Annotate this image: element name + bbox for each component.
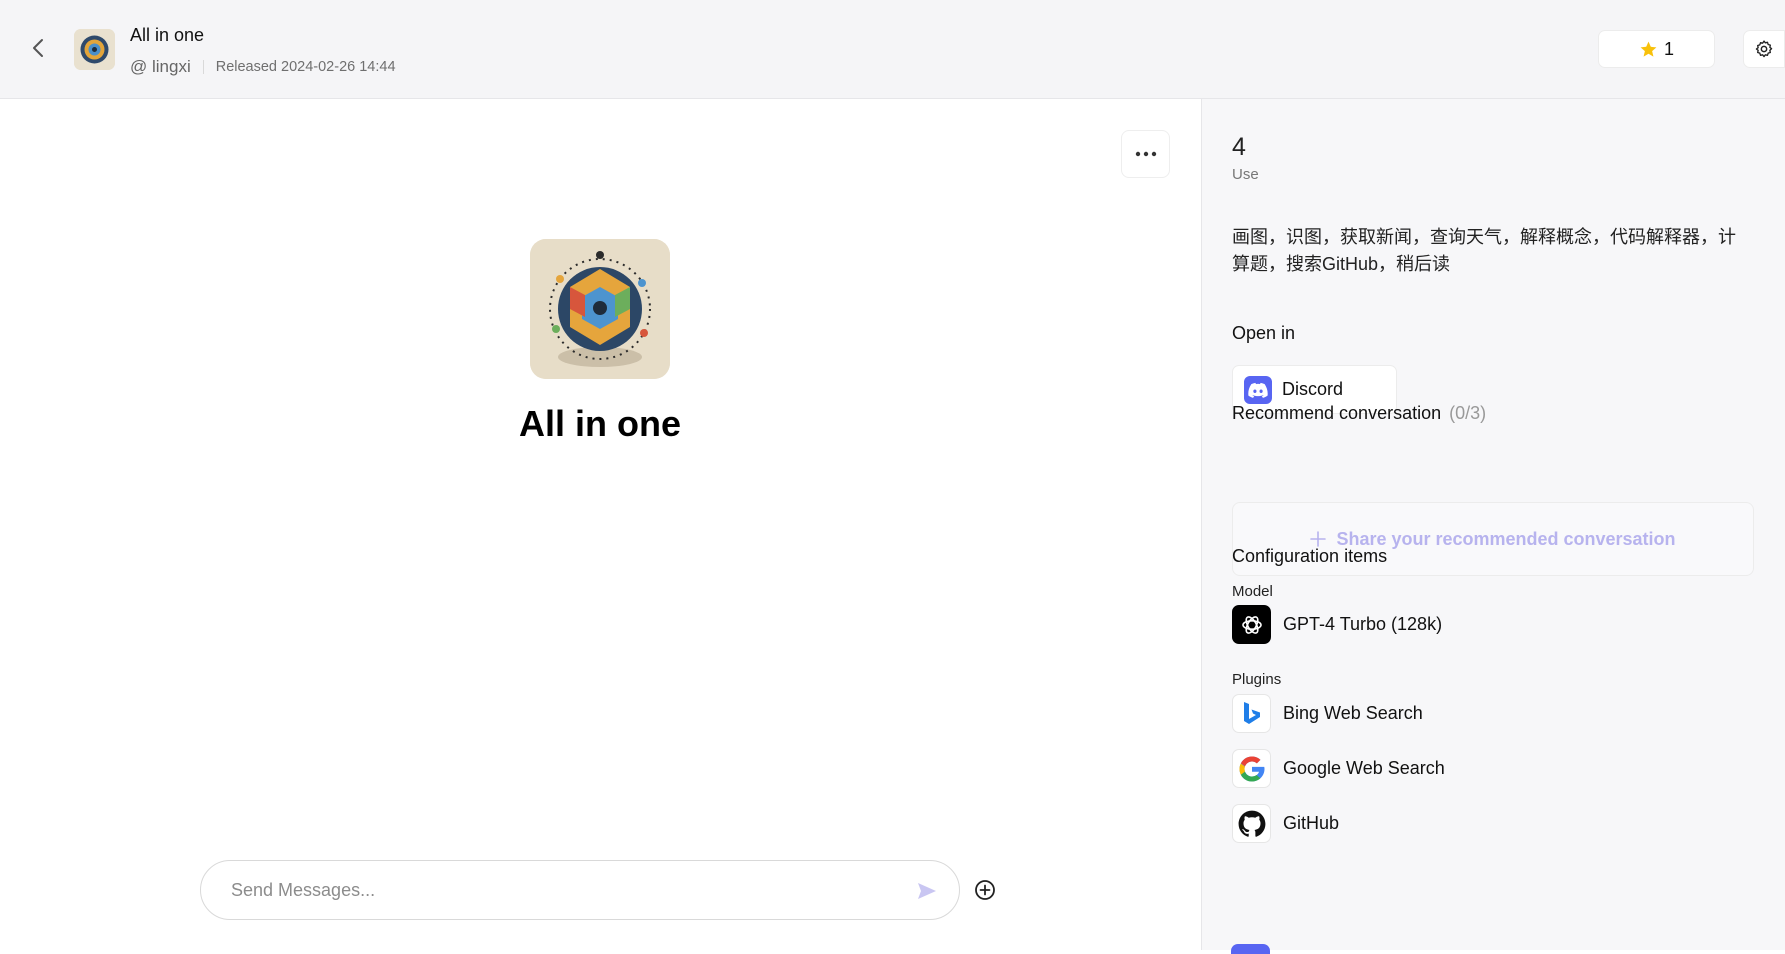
header-meta: @ lingxi Released 2024-02-26 14:44 [130,57,396,77]
settings-button[interactable] [1743,30,1785,68]
author-link[interactable]: @ lingxi [130,57,191,77]
more-horizontal-icon [1135,151,1156,157]
bot-avatar-small [74,29,115,70]
release-date: Released 2024-02-26 14:44 [215,59,396,75]
plus-circle-icon [975,880,995,900]
star-icon [1640,41,1657,57]
recommend-title-text: Recommend conversation [1232,403,1442,423]
bing-icon [1232,694,1271,733]
send-button[interactable] [915,879,939,903]
meta-divider [202,60,204,74]
plus-icon [1310,531,1327,547]
recommend-conversation-title: Recommend conversation (0/3) [1232,403,1486,424]
share-label: Share your recommended conversation [1336,528,1676,549]
model-item: GPT-4 Turbo (128k) [1232,605,1442,644]
plugin-item: GitHub [1232,804,1339,843]
openai-icon [1232,605,1271,644]
github-icon [1232,804,1271,843]
plugin-name: Bing Web Search [1283,703,1423,723]
plugin-item: Bing Web Search [1232,694,1423,733]
bot-details-sidebar: 4 Use 画图，识图，获取新闻，查询天气，解释概念，代码解释器，计算题，搜索G… [1201,99,1785,950]
chevron-left-icon [33,39,43,57]
use-label: Use [1232,166,1259,183]
plugin-name: GitHub [1283,813,1340,833]
use-count: 4 [1232,133,1246,161]
model-name: GPT-4 Turbo (128k) [1283,614,1443,634]
discord-icon [1244,375,1272,404]
plugins-label: Plugins [1232,671,1282,688]
configuration-items-title: Configuration items [1232,546,1388,566]
send-icon [918,883,936,899]
bot-name: All in one [519,403,681,444]
model-label: Model [1232,583,1273,600]
back-button[interactable] [26,36,50,60]
bot-avatar [530,239,670,379]
add-attachment-button[interactable] [974,879,996,901]
message-input-box [200,860,960,920]
more-options-button[interactable] [1121,130,1170,178]
message-input[interactable] [231,861,891,919]
star-button[interactable]: 1 [1598,30,1715,68]
header-title: All in one [130,25,205,45]
star-count: 1 [1663,38,1674,59]
gear-icon [1755,40,1773,58]
bot-description: 画图，识图，获取新闻，查询天气，解释概念，代码解释器，计算题，搜索GitHub，… [1232,227,1736,274]
open-in-title: Open in [1232,323,1296,343]
discord-label: Discord [1282,379,1344,399]
chat-area [0,99,1201,950]
plugin-name: Google Web Search [1283,758,1445,778]
top-header: All in one @ lingxi Released 2024-02-26 … [0,0,1785,99]
plugin-item: Google Web Search [1232,749,1445,788]
google-icon [1232,749,1271,788]
recommend-count: (0/3) [1449,403,1487,423]
plugin-icon-partial [1231,944,1270,954]
